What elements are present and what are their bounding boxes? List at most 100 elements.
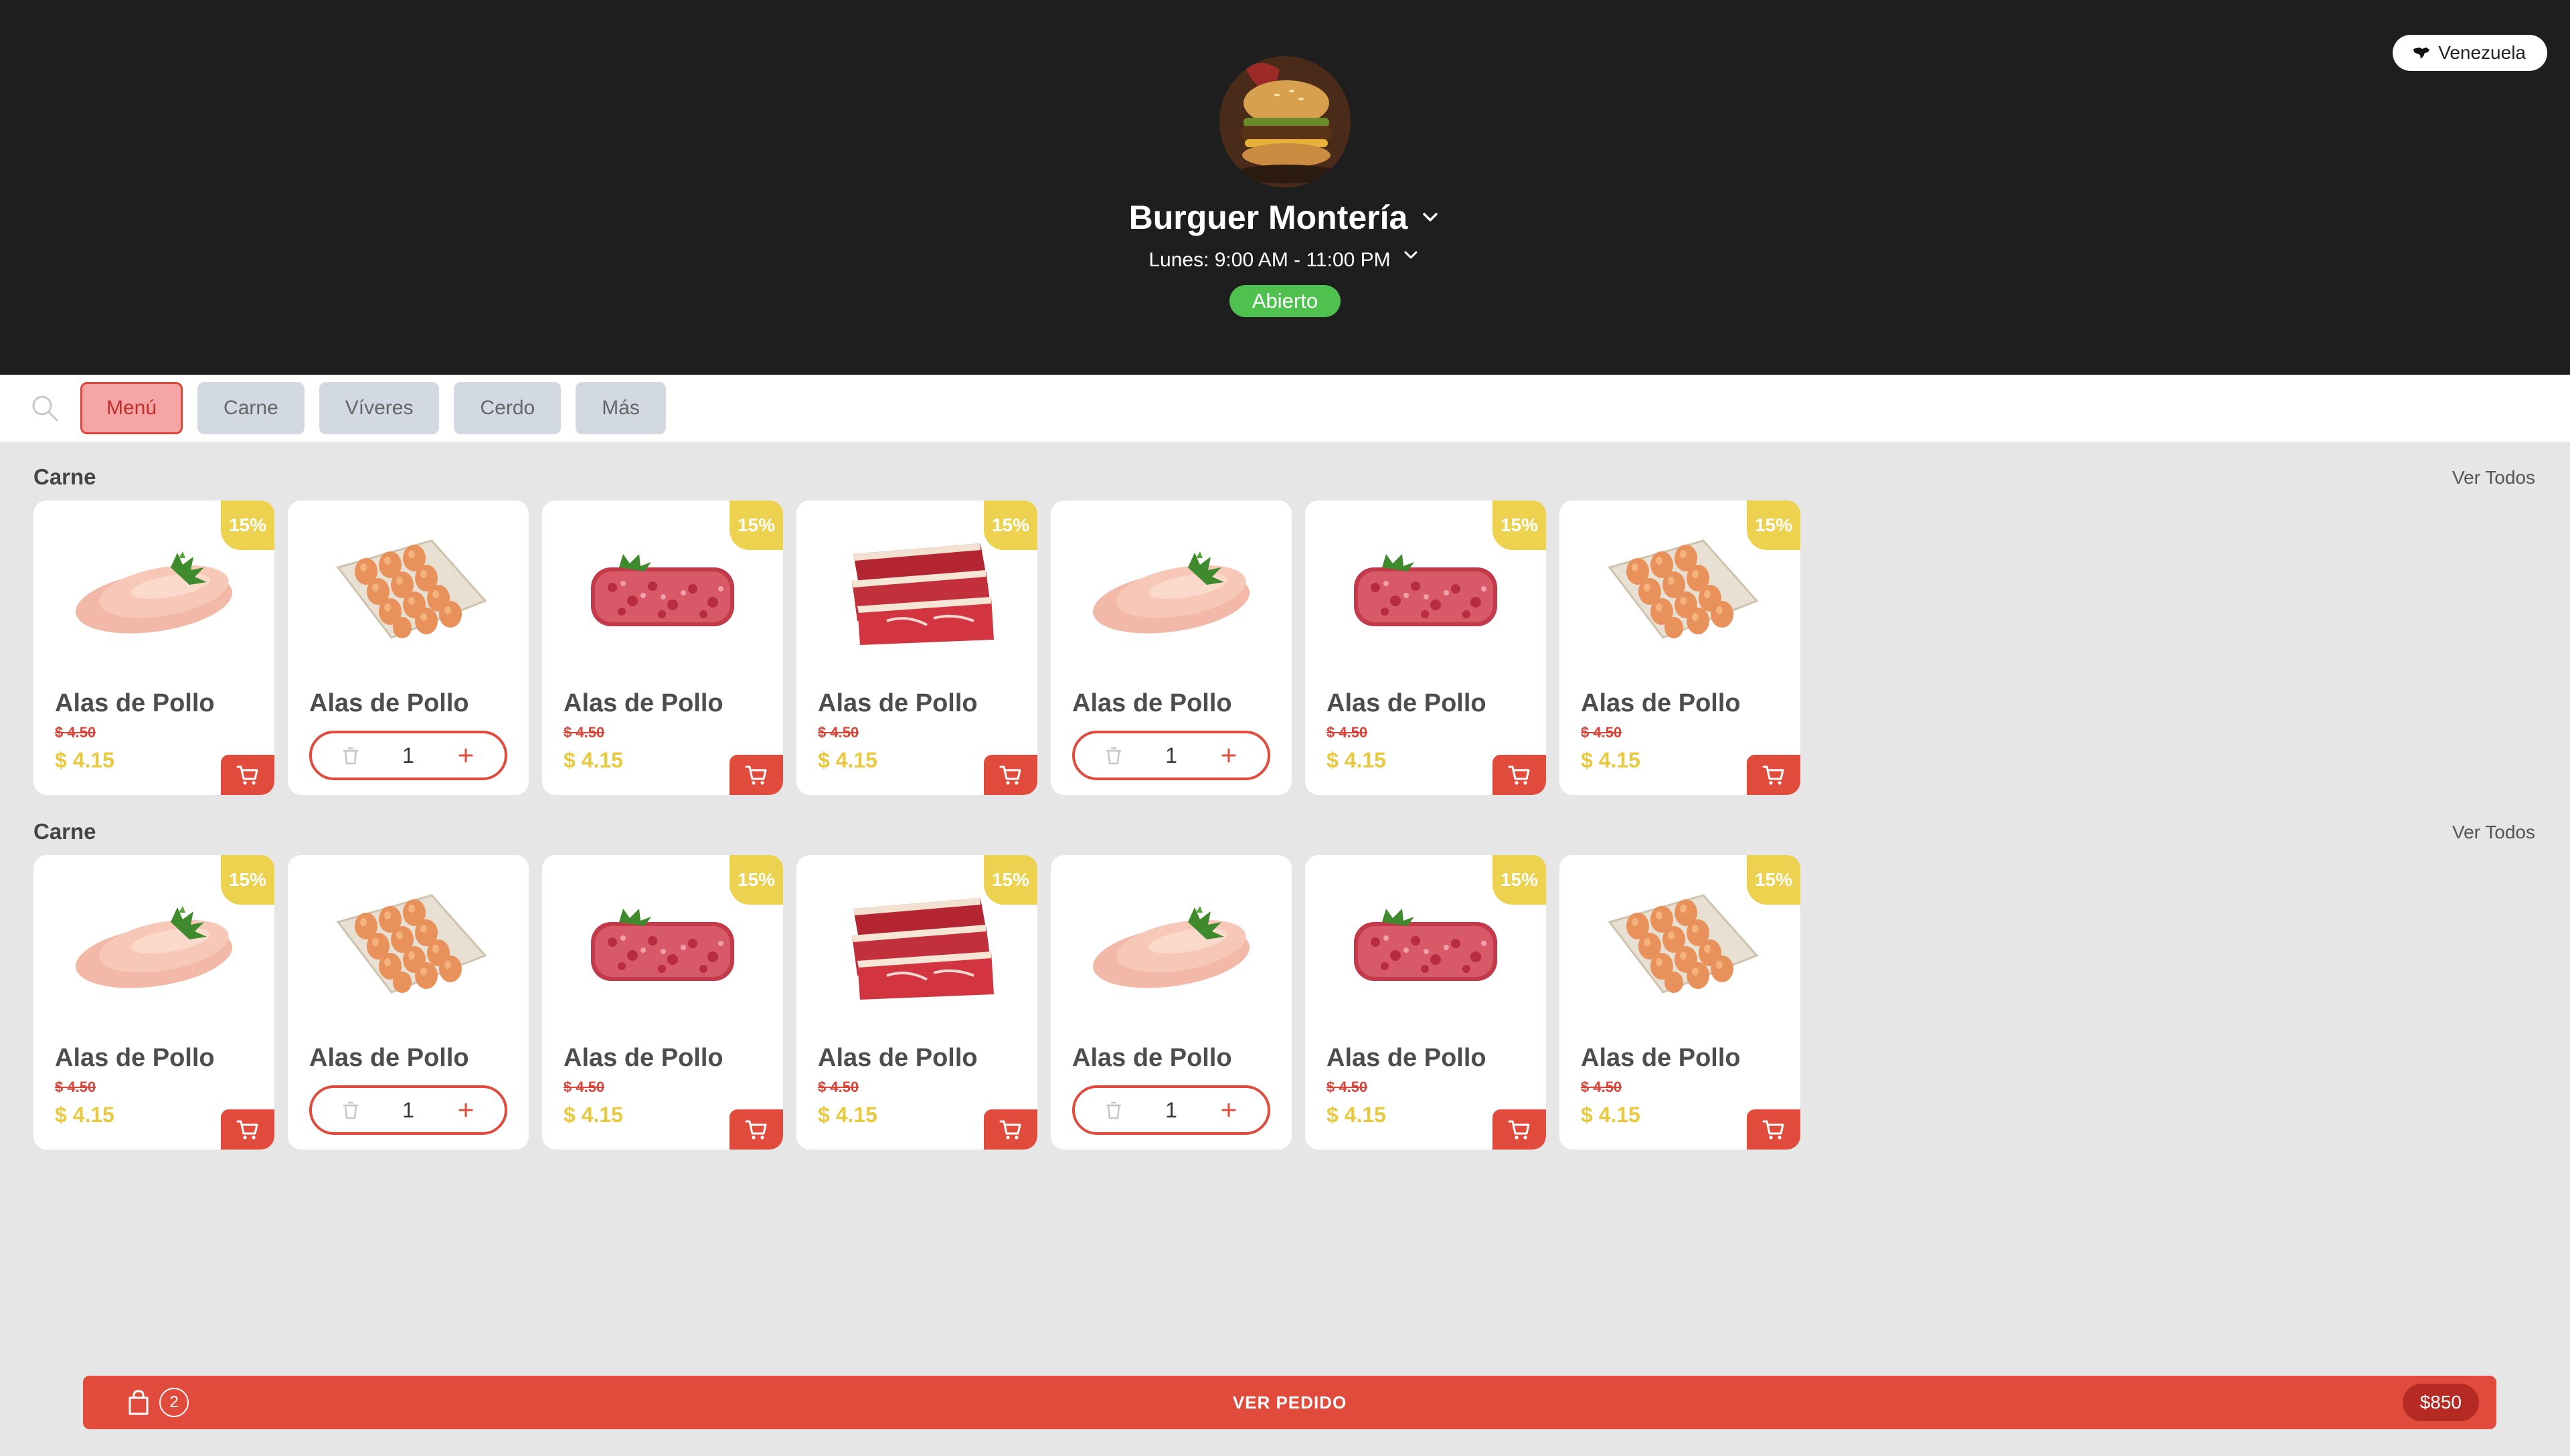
product-image: [1092, 906, 1250, 988]
product-card[interactable]: 15% Alas de Pollo $ 4.50 $ 4.15: [1305, 500, 1546, 795]
sale-price: $ 4.15: [55, 1103, 114, 1127]
plus-icon[interactable]: [1218, 745, 1239, 766]
product-name: Alas de Pollo: [309, 689, 469, 717]
product-name: Alas de Pollo: [818, 1044, 978, 1072]
product-image: [1092, 551, 1250, 634]
product-image: [336, 539, 487, 639]
tab-mas[interactable]: Más: [576, 382, 666, 434]
tab-menu[interactable]: Menú: [80, 382, 183, 434]
status-badge: Abierto: [1229, 285, 1341, 317]
sale-price: $ 4.15: [55, 748, 114, 772]
cart-icon: [236, 1120, 258, 1140]
product-card[interactable]: 15% Alas de Pollo $ 4.50 $ 4.15: [542, 500, 783, 795]
plus-icon[interactable]: [1218, 1099, 1239, 1121]
plus-icon[interactable]: [455, 745, 477, 766]
product-image: [852, 543, 994, 645]
cart-count-badge: 2: [159, 1388, 189, 1417]
add-to-cart-button[interactable]: [1747, 755, 1800, 795]
burger-image: [1219, 56, 1351, 187]
product-name: Alas de Pollo: [55, 1044, 215, 1072]
view-order-bar[interactable]: 2 VER PEDIDO $850: [83, 1376, 2496, 1429]
original-price: $ 4.50: [55, 724, 96, 741]
add-to-cart-button[interactable]: [221, 1109, 274, 1150]
trash-icon[interactable]: [1103, 1099, 1124, 1121]
product-name: Alas de Pollo: [309, 1044, 469, 1072]
quantity-stepper[interactable]: 1: [309, 1085, 507, 1135]
product-card[interactable]: 15% Alas de Pollo $ 4.50 $ 4.15: [796, 500, 1037, 795]
product-card[interactable]: Alas de Pollo 1: [1051, 500, 1292, 795]
see-all-link[interactable]: Ver Todos: [2452, 822, 2535, 843]
product-name: Alas de Pollo: [1326, 1044, 1486, 1072]
product-image: [1354, 554, 1497, 626]
product-name: Alas de Pollo: [564, 1044, 723, 1072]
product-card[interactable]: 15% Alas de Pollo $ 4.50 $ 4.15: [1559, 855, 1800, 1150]
quantity-stepper[interactable]: 1: [1072, 731, 1270, 780]
product-card[interactable]: 15% Alas de Pollo $ 4.50 $ 4.15: [796, 855, 1037, 1150]
product-card[interactable]: Alas de Pollo 1: [288, 500, 529, 795]
product-name: Alas de Pollo: [564, 689, 723, 717]
chevron-down-icon[interactable]: [1400, 246, 1422, 267]
store-name: Burguer Montería: [1128, 199, 1408, 236]
product-card[interactable]: 15% Alas de Pollo $ 4.50 $ 4.15: [33, 855, 274, 1150]
sale-price: $ 4.15: [1326, 748, 1386, 772]
sale-price: $ 4.15: [564, 1103, 623, 1127]
quantity-stepper[interactable]: 1: [1072, 1085, 1270, 1135]
add-to-cart-button[interactable]: [730, 755, 783, 795]
section-title: Carne: [33, 464, 96, 489]
cart-icon: [999, 765, 1021, 785]
product-name: Alas de Pollo: [1072, 689, 1232, 717]
product-image: [591, 909, 734, 981]
product-image: [1608, 539, 1759, 639]
chevron-down-icon[interactable]: [1420, 207, 1441, 228]
product-image: [1608, 894, 1759, 994]
section-title: Carne: [33, 819, 96, 844]
original-price: $ 4.50: [1581, 1079, 1622, 1095]
order-total: $850: [2402, 1384, 2479, 1421]
original-price: $ 4.50: [818, 724, 859, 741]
store-hours-label: Lunes: 9:00 AM - 11:00 PM: [1148, 249, 1391, 271]
add-to-cart-button[interactable]: [1492, 1109, 1546, 1150]
view-order-label: VER PEDIDO: [1232, 1392, 1347, 1413]
product-card[interactable]: Alas de Pollo 1: [288, 855, 529, 1150]
tab-viveres[interactable]: Víveres: [319, 382, 440, 434]
product-card[interactable]: 15% Alas de Pollo $ 4.50 $ 4.15: [542, 855, 783, 1150]
quantity-value: 1: [1165, 1097, 1177, 1122]
quantity-stepper[interactable]: 1: [309, 731, 507, 780]
sale-price: $ 4.15: [1326, 1103, 1386, 1127]
trash-icon[interactable]: [1103, 745, 1124, 766]
see-all-link[interactable]: Ver Todos: [2452, 467, 2535, 488]
original-price: $ 4.50: [818, 1079, 859, 1095]
product-name: Alas de Pollo: [1072, 1044, 1232, 1072]
country-map-icon: [2413, 48, 2430, 59]
tab-cerdo[interactable]: Cerdo: [454, 382, 562, 434]
product-name: Alas de Pollo: [1581, 1044, 1741, 1072]
add-to-cart-button[interactable]: [730, 1109, 783, 1150]
product-card[interactable]: Alas de Pollo 1: [1051, 855, 1292, 1150]
product-card[interactable]: 15% Alas de Pollo $ 4.50 $ 4.15: [1559, 500, 1800, 795]
cart-icon: [999, 1120, 1021, 1140]
add-to-cart-button[interactable]: [221, 755, 274, 795]
store-name-row[interactable]: Burguer Montería: [0, 198, 2570, 237]
sale-price: $ 4.15: [1581, 1103, 1640, 1127]
product-list: 15% Alas de Pollo $ 4.50 $ 4.15 Alas de Po…: [33, 500, 1800, 795]
quantity-value: 1: [1165, 743, 1177, 767]
product-image: [75, 551, 233, 634]
add-to-cart-button[interactable]: [984, 1109, 1037, 1150]
plus-icon[interactable]: [455, 1099, 477, 1121]
original-price: $ 4.50: [1326, 1079, 1368, 1095]
store-hours[interactable]: Lunes: 9:00 AM - 11:00 PM: [0, 249, 2570, 272]
add-to-cart-button[interactable]: [984, 755, 1037, 795]
quantity-value: 1: [402, 1097, 414, 1122]
product-card[interactable]: 15% Alas de Pollo $ 4.50 $ 4.15: [1305, 855, 1546, 1150]
trash-icon[interactable]: [340, 745, 361, 766]
trash-icon[interactable]: [340, 1099, 361, 1121]
original-price: $ 4.50: [564, 724, 605, 741]
add-to-cart-button[interactable]: [1492, 755, 1546, 795]
add-to-cart-button[interactable]: [1747, 1109, 1800, 1150]
search-icon[interactable]: [29, 393, 60, 424]
product-card[interactable]: 15% Alas de Pollo $ 4.50 $ 4.15: [33, 500, 274, 795]
cart-icon: [1762, 765, 1784, 785]
cart-icon: [1762, 1120, 1784, 1140]
country-selector[interactable]: Venezuela: [2393, 35, 2547, 71]
tab-carne[interactable]: Carne: [197, 382, 305, 434]
